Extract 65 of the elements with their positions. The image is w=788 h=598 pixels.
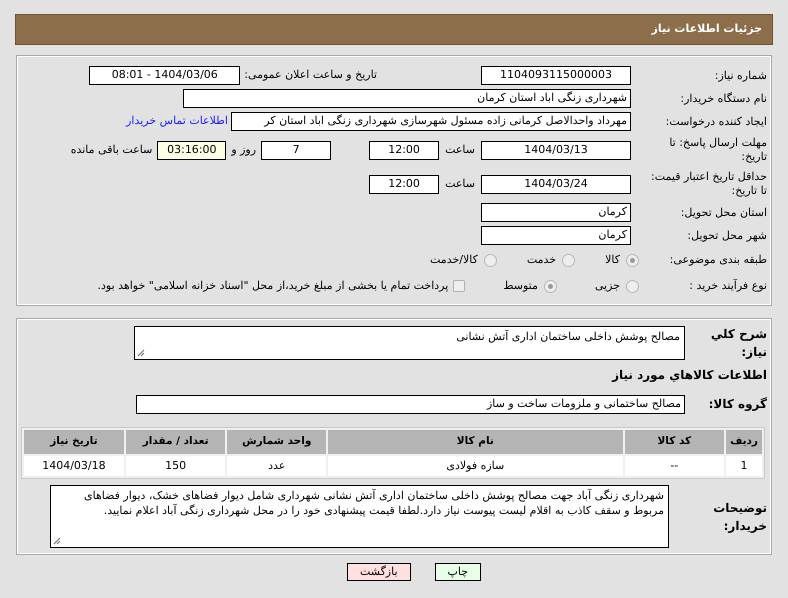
province-field: کرمان xyxy=(481,203,631,222)
field-label: حداقل تاریخ اعتبار قیمت: تا تاریخ: xyxy=(650,170,767,198)
checkbox[interactable] xyxy=(453,280,466,292)
option-label: کالا xyxy=(605,252,620,268)
payment-note: پرداخت تمام یا بخشی از مبلغ خرید،از محل "اسناد خزانه اسلامی" خواهد بود. xyxy=(98,278,448,294)
table-cell: سازه فولادی xyxy=(328,456,623,476)
option-label: کالا/خدمت xyxy=(430,252,478,268)
table-cell: 1404/03/18 xyxy=(24,456,124,476)
section-label: گروه کالا: xyxy=(708,396,767,413)
description-text: مصالح پوشش داخلی ساختمان اداری آتش نشانی xyxy=(456,330,680,343)
goods-group-field: مصالح ساختمانی و ملزومات ساخت و ساز xyxy=(136,394,685,414)
need-number-field: 1104093115000003 xyxy=(481,66,631,85)
radio-button[interactable] xyxy=(626,280,639,292)
resize-grip-icon[interactable] xyxy=(137,349,145,357)
radio-button[interactable] xyxy=(544,280,557,292)
field-label: ساعت xyxy=(445,176,475,192)
field-label: نام دستگاه خریدار: xyxy=(679,92,767,106)
table-cell: -- xyxy=(624,456,724,476)
resize-grip-icon[interactable] xyxy=(53,537,61,545)
deadline-time-field: 12:00 xyxy=(369,140,440,160)
buyer-notes-text: شهرداری زنگی آباد جهت مصالح پوشش داخلی ساختمان اداری آتش نشانی شهرداری شامل دیوار فضاهای خشک، دیوار فضاهای مربوط و سقف کاذب به اقلام لیست پیوست نیاز دارد.لطفا قیمت پیشنهادی خود را در محل شهرداری زنگی آباد اعلام نمایید. xyxy=(84,489,664,518)
table-cell: 1 xyxy=(726,456,762,476)
column-header: ردیف xyxy=(726,430,762,454)
column-header: تاریخ نیاز xyxy=(24,430,124,454)
requester-field: مهرداد واحدالاصل کرمانی زاده مسئول شهرسازی شهرداری زنگی اباد استان کر xyxy=(231,112,631,131)
field-label: استان محل تحویل: xyxy=(680,206,767,220)
deadline-date-field: 1404/03/13 xyxy=(481,140,631,160)
option-label: جزیی xyxy=(594,278,620,294)
column-header: واحد شمارش xyxy=(227,430,326,454)
buyer-notes-box[interactable] xyxy=(50,485,669,548)
field-label: نوع فرآیند خرید : xyxy=(688,279,767,293)
announce-date-field: 1404/03/06 - 08:01 xyxy=(89,66,240,85)
field-label: شماره نیاز: xyxy=(714,68,767,82)
field-label: طبقه بندی موضوعی: xyxy=(668,253,767,267)
section-title: اطلاعات کالاهاي مورد نياز xyxy=(612,367,767,384)
remaining-time-field: 03:16:00 xyxy=(157,140,226,160)
radio-button[interactable] xyxy=(484,254,497,266)
buyer-org-field: شهرداری زنگی اباد استان کرمان xyxy=(183,89,631,108)
field-label: تاریخ و ساعت اعلان عمومی: xyxy=(244,67,377,84)
option-label: متوسط xyxy=(503,278,538,294)
validity-date-field: 1404/03/24 xyxy=(481,174,631,194)
field-label: ساعت باقی مانده xyxy=(70,142,152,158)
column-header: نام کالا xyxy=(328,430,623,454)
field-label: روز و xyxy=(231,142,256,158)
back-button[interactable]: بازگشت xyxy=(346,563,411,581)
field-label: ساعت xyxy=(445,142,475,158)
option-label: خدمت xyxy=(526,252,556,268)
field-label: ایجاد کننده درخواست: xyxy=(664,114,767,128)
city-field: کرمان xyxy=(481,226,631,245)
column-header: کد کالا xyxy=(624,430,724,454)
section-label: شرح کلي نياز: xyxy=(710,326,767,361)
section-label: توضیحات خریدار: xyxy=(712,500,767,534)
page-title: جزئیات اطلاعات نیاز xyxy=(652,21,762,38)
column-header: تعداد / مقدار xyxy=(126,430,226,454)
field-label: شهر محل تحویل: xyxy=(686,228,767,242)
print-button[interactable]: چاپ xyxy=(434,563,482,581)
table-cell: عدد xyxy=(227,456,326,476)
field-label: مهلت ارسال پاسخ: تا تاریخ: xyxy=(668,136,767,164)
table-cell: 150 xyxy=(126,456,226,476)
radio-button[interactable] xyxy=(562,254,576,266)
radio-button[interactable] xyxy=(626,254,639,266)
validity-time-field: 12:00 xyxy=(369,174,440,194)
days-field: 7 xyxy=(261,140,332,160)
description-box[interactable]: مصالح پوشش داخلی ساختمان اداری آتش نشانی xyxy=(134,326,685,360)
contact-link[interactable]: اطلاعات تماس خریدار xyxy=(126,113,228,130)
